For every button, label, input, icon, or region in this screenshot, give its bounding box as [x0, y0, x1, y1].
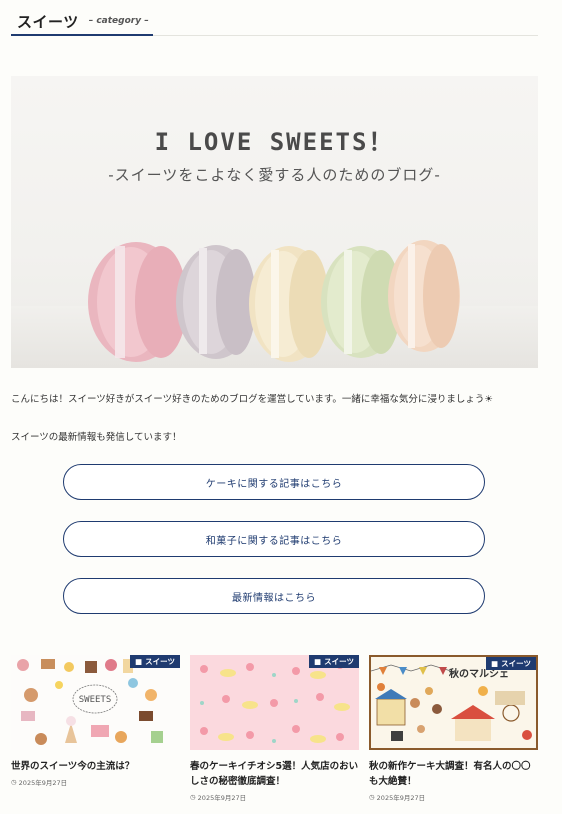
- hero-subtitle: -スイーツをこよなく愛する人のためのブログ-: [108, 166, 441, 184]
- badge-label: スイーツ: [501, 659, 531, 668]
- sweets-illustration: SWEETS: [17, 659, 163, 745]
- cake-articles-button[interactable]: ケーキに関する記事はこちら: [63, 464, 485, 500]
- hero-banner: I LOVE SWEETS！ -スイーツをこよなく愛する人のためのブログ-: [11, 76, 538, 368]
- macaron-cream: [249, 246, 329, 362]
- macaron-illustration: [11, 240, 538, 368]
- article-card[interactable]: SWEETS ■ スイーツ 世界のスイーツ今の主流は？ ◷ 2025年9月27日: [11, 655, 180, 787]
- category-header: スイーツ – category –: [11, 8, 538, 36]
- thumb-sweets-text: SWEETS: [79, 695, 112, 705]
- wagashi-articles-button[interactable]: 和菓子に関する記事はこちら: [63, 521, 485, 557]
- intro-text-1: こんにちは！スイーツ好きがスイーツ好きのためのブログを運営しています。一緒に幸福…: [11, 394, 493, 405]
- folder-icon: ■: [314, 657, 322, 666]
- card-date: ◷ 2025年9月27日: [11, 777, 180, 787]
- card-date: ◷ 2025年9月27日: [190, 792, 359, 802]
- intro-text-2: スイーツの最新情報も発信しています！: [11, 432, 182, 443]
- card-thumbnail[interactable]: 秋のマルシェ ■ スイーツ: [369, 655, 538, 750]
- latest-info-button[interactable]: 最新情報はこちら: [63, 578, 485, 614]
- hero-title: I LOVE SWEETS！: [154, 128, 395, 156]
- article-card[interactable]: ■ スイーツ 春のケーキイチオシ5選！人気店のおいしさの秘密徹底調査！ ◷ 20…: [190, 655, 359, 802]
- article-card[interactable]: 秋のマルシェ ■ スイーツ 秋の新作ケーキ大調査！有名人の〇〇も大絶賛！ ◷ 2…: [369, 655, 538, 802]
- clock-icon: ◷: [190, 793, 196, 802]
- category-title: スイーツ: [17, 12, 79, 31]
- card-title[interactable]: 秋の新作ケーキ大調査！有名人の〇〇も大絶賛！: [369, 759, 538, 789]
- category-title-wrap: スイーツ – category –: [11, 8, 153, 36]
- card-date: ◷ 2025年9月27日: [369, 792, 538, 802]
- card-title[interactable]: 世界のスイーツ今の主流は？: [11, 759, 180, 774]
- card-thumbnail[interactable]: SWEETS ■ スイーツ: [11, 655, 180, 750]
- card-date-text: 2025年9月27日: [18, 779, 68, 788]
- card-thumbnail[interactable]: ■ スイーツ: [190, 655, 359, 750]
- clock-icon: ◷: [369, 793, 375, 802]
- folder-icon: ■: [135, 657, 143, 666]
- macaron-pink: [88, 242, 187, 362]
- badge-label: スイーツ: [145, 657, 175, 666]
- clock-icon: ◷: [11, 778, 17, 787]
- category-badge[interactable]: ■ スイーツ: [486, 657, 536, 670]
- card-title[interactable]: 春のケーキイチオシ5選！人気店のおいしさの秘密徹底調査！: [190, 759, 359, 789]
- autumn-market-illustration: 秋のマルシェ: [371, 664, 532, 741]
- spring-pattern: [200, 661, 350, 743]
- category-subtitle: – category –: [88, 16, 149, 26]
- card-date-text: 2025年9月27日: [197, 794, 247, 803]
- macaron-peach: [388, 240, 460, 352]
- badge-label: スイーツ: [324, 657, 354, 666]
- category-badge[interactable]: ■ スイーツ: [130, 655, 180, 668]
- macaron-lavender: [176, 245, 256, 359]
- folder-icon: ■: [491, 659, 499, 668]
- card-date-text: 2025年9月27日: [376, 794, 426, 803]
- category-badge[interactable]: ■ スイーツ: [309, 655, 359, 668]
